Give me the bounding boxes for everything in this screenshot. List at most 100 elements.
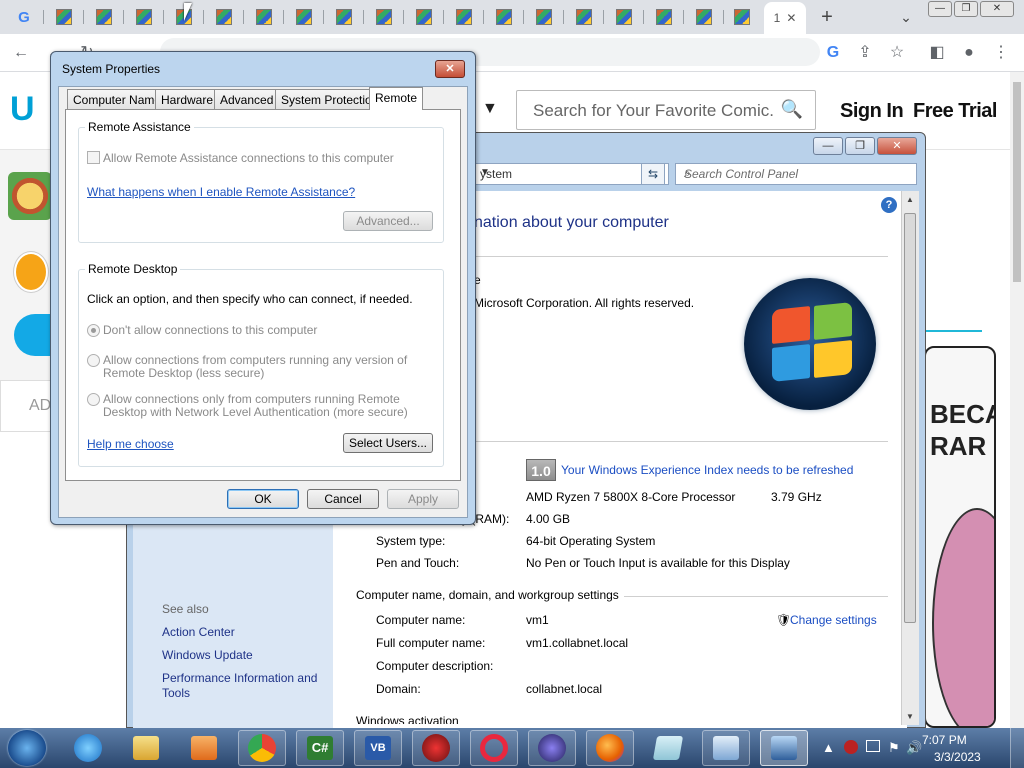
close-window-button[interactable]: ✕ [980,1,1014,17]
show-desktop-button[interactable] [1010,728,1024,768]
taskbar-windows-explorer[interactable] [122,730,170,766]
scrollbar-thumb[interactable] [1013,82,1021,282]
browser-tab[interactable] [564,4,604,30]
clock-date[interactable]: 3/3/2023 [934,750,981,764]
remote-assistance-help-link[interactable]: What happens when I enable Remote Assist… [87,185,355,199]
tab-hardware[interactable]: Hardware [155,89,220,109]
active-browser-tab[interactable]: 1 ✕ [764,2,806,34]
scroll-down-icon[interactable]: ▼ [906,712,914,721]
see-also-performance[interactable]: Performance Information and [162,671,317,685]
scrollbar-thumb[interactable] [904,213,916,623]
allow-any-version-radio[interactable] [87,354,100,367]
chrome-menu-icon[interactable]: ⋮ [990,42,1012,64]
dont-allow-connections-radio[interactable] [87,324,100,337]
cancel-button[interactable]: Cancel [307,489,379,509]
share-icon[interactable]: ⇪ [854,42,876,64]
site-logo[interactable]: U [10,90,35,129]
cp-scrollbar[interactable]: ▲ ▼ [901,191,919,725]
profile-avatar-icon[interactable]: ● [958,42,980,64]
minimize-button[interactable]: — [813,137,843,155]
comic-search-box[interactable]: Search for Your Favorite Comic. 🔍 [516,90,816,130]
taskbar-opera[interactable] [470,730,518,766]
close-tab-icon[interactable]: ✕ [786,11,796,25]
browser-tab[interactable] [124,4,164,30]
maximize-button[interactable]: ❐ [845,137,875,155]
browser-tab[interactable] [244,4,284,30]
action-center-flag-icon[interactable]: ⚑ [888,740,900,756]
apply-button[interactable]: Apply [387,489,459,509]
tab-search-button[interactable]: ⌄ [896,6,916,28]
tab-advanced[interactable]: Advanced [214,89,280,109]
taskbar-internet-explorer[interactable] [64,730,112,766]
browser-tab[interactable]: G [4,4,44,30]
browser-tab[interactable] [684,4,724,30]
taskbar-media-player[interactable] [180,730,228,766]
tab-computer-name[interactable]: Computer Name [67,89,168,109]
taskbar-remote-desktop[interactable] [760,730,808,766]
help-me-choose-link[interactable]: Help me choose [87,437,174,451]
side-panel-icon[interactable]: ◧ [926,42,948,64]
security-tray-icon[interactable] [844,740,858,754]
ok-button[interactable]: OK [227,489,299,509]
browser-tab[interactable] [284,4,324,30]
tab-remote[interactable]: Remote [369,87,424,110]
advanced-button[interactable]: Advanced... [343,211,433,231]
show-hidden-icons-icon[interactable]: ▲ [822,740,835,755]
search-icon[interactable]: ⌕ [684,166,910,181]
new-tab-button[interactable]: + [816,6,838,28]
comic-strip-panel[interactable]: BECA RAR [924,346,996,728]
google-lens-icon[interactable]: G [822,42,844,64]
taskbar-red-app[interactable] [412,730,460,766]
browser-tab[interactable] [644,4,684,30]
taskbar-google-chrome[interactable] [238,730,286,766]
refresh-button[interactable]: ⇆ [641,163,665,185]
taskbar-csharp-app[interactable]: C# [296,730,344,766]
back-button[interactable]: ← [10,42,32,64]
taskbar-firefox[interactable] [586,730,634,766]
browser-tab[interactable] [444,4,484,30]
garfield-avatar[interactable] [14,252,48,292]
scroll-up-icon[interactable]: ▲ [906,195,914,204]
browser-tab[interactable] [44,4,84,30]
free-trial-link[interactable]: Free Trial [913,100,997,123]
page-scrollbar[interactable] [1010,72,1024,728]
search-control-panel-input[interactable]: Search Control Panel ⌕ [675,163,917,185]
taskbar-control-panel[interactable] [702,730,750,766]
wei-refresh-link[interactable]: Your Windows Experience Index needs to b… [561,463,853,477]
allow-nla-only-radio[interactable] [87,393,100,406]
tab-system-protection[interactable]: System Protection [275,89,385,109]
taskbar-notepad[interactable] [644,730,692,766]
see-also-action-center[interactable]: Action Center [162,625,235,639]
bookmark-star-icon[interactable]: ☆ [886,42,908,64]
browser-tab[interactable] [524,4,564,30]
see-also-performance-tools[interactable]: Tools [162,686,190,700]
chevron-down-icon[interactable]: ▼ [480,167,662,178]
close-button[interactable]: ✕ [877,137,917,155]
browser-tab[interactable] [484,4,524,30]
browser-tab[interactable] [722,4,762,30]
change-settings-link[interactable]: Change settings [790,613,877,627]
sign-in-link[interactable]: Sign In [840,100,904,123]
browser-tab[interactable] [324,4,364,30]
volume-icon[interactable]: 🔊 [906,740,922,756]
comic-thumbnail[interactable] [8,172,52,220]
search-icon[interactable]: 🔍 [781,99,803,120]
browser-tab[interactable] [204,4,244,30]
restore-window-button[interactable]: ❐ [954,1,978,17]
browser-tab[interactable] [84,4,124,30]
see-also-windows-update[interactable]: Windows Update [162,648,253,662]
network-icon[interactable] [866,740,880,752]
browser-tab[interactable] [364,4,404,30]
taskbar-vb-app[interactable]: VB [354,730,402,766]
browser-tab[interactable] [404,4,444,30]
nav-chevron-icon[interactable]: ▼ [482,100,498,118]
start-button[interactable] [8,730,46,766]
clock-time[interactable]: 7:07 PM [922,733,967,747]
taskbar-purple-app[interactable] [528,730,576,766]
allow-remote-assistance-checkbox[interactable] [87,151,100,164]
help-icon[interactable]: ? [881,197,897,213]
select-users-button[interactable]: Select Users... [343,433,433,453]
minimize-window-button[interactable]: — [928,1,952,17]
dialog-close-button[interactable]: ✕ [435,60,465,78]
browser-tab[interactable] [604,4,644,30]
